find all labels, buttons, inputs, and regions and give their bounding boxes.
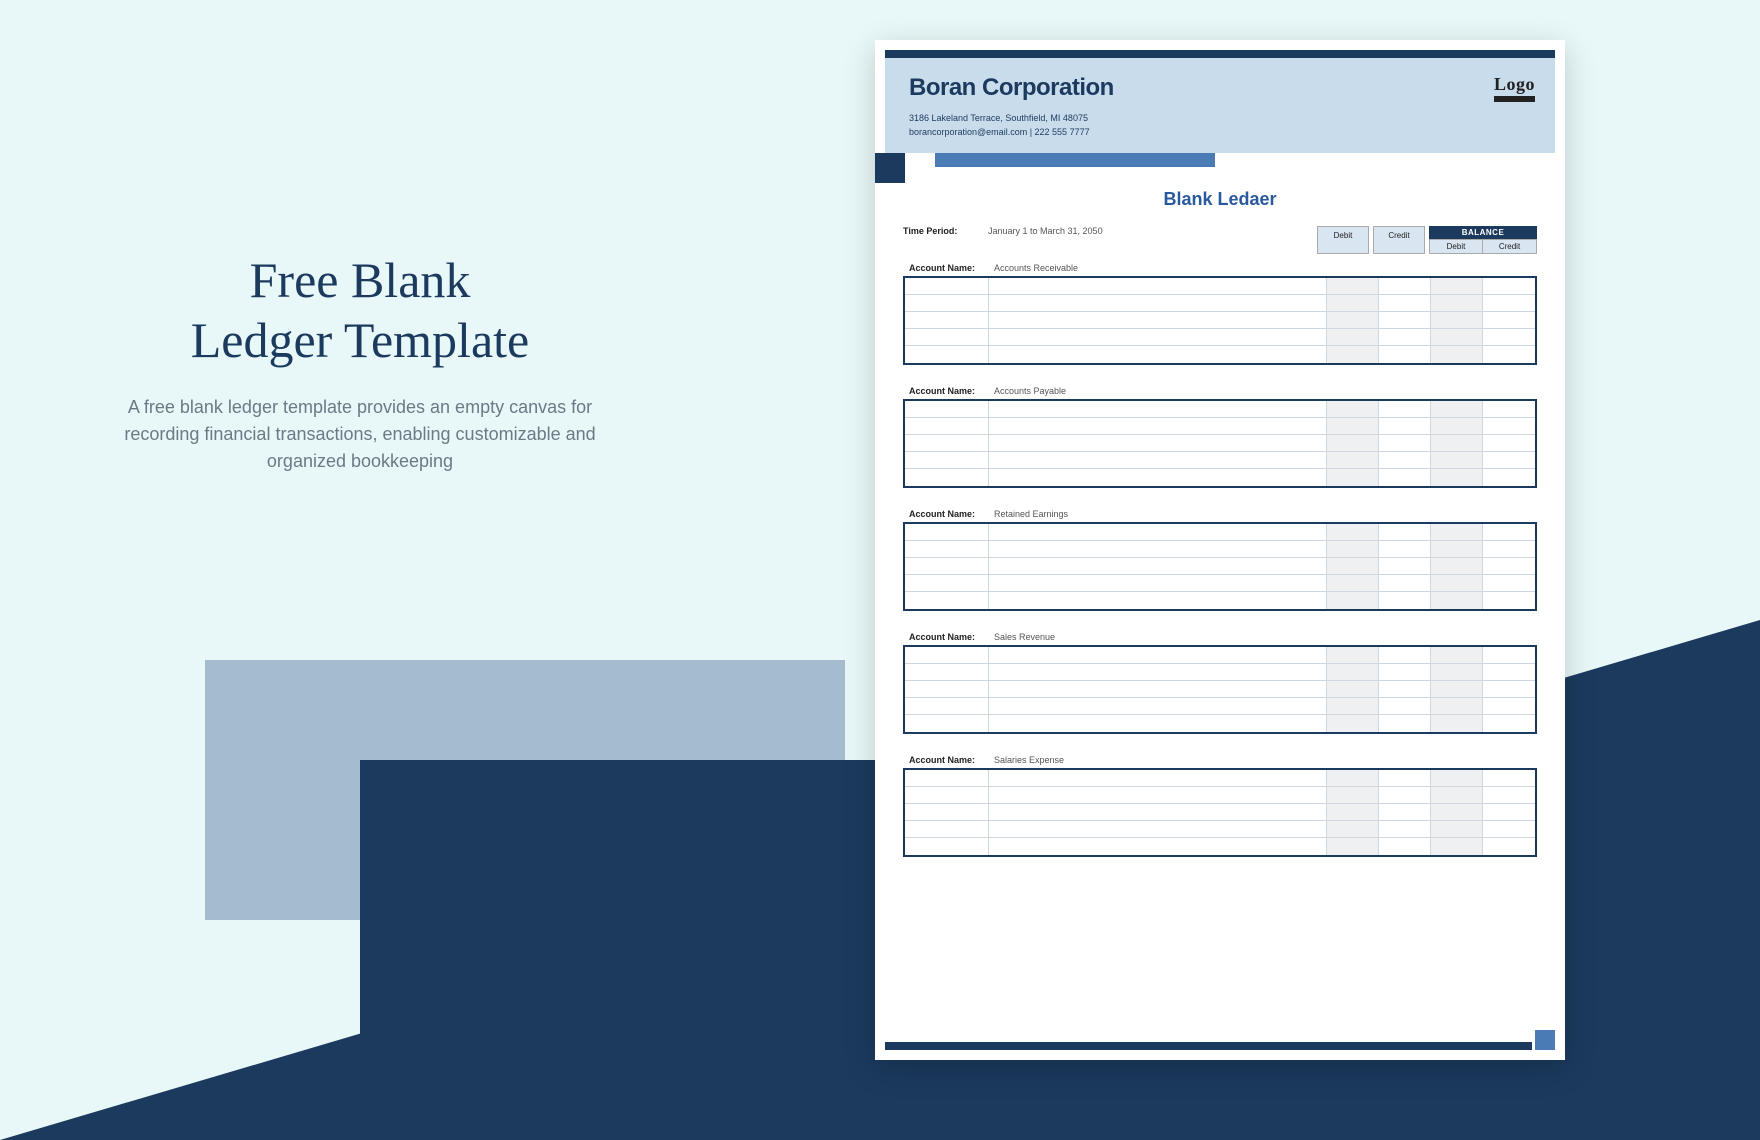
- doc-top-border: [885, 50, 1555, 58]
- ledger-row: [905, 838, 1535, 855]
- promo-panel: Free Blank Ledger Template A free blank …: [90, 250, 630, 475]
- doc-bottom-border: [885, 1042, 1555, 1050]
- col-balance-group: BALANCE Debit Credit: [1429, 226, 1537, 254]
- decor-blue-block: [935, 153, 1215, 167]
- ledger-row: [905, 647, 1535, 664]
- ledger-row: [905, 715, 1535, 732]
- ledger-row: [905, 575, 1535, 592]
- column-headers: Debit Credit BALANCE Debit Credit: [1317, 226, 1537, 254]
- ledger-grid: [903, 770, 1537, 857]
- ledger-row: [905, 418, 1535, 435]
- col-debit: Debit: [1317, 226, 1369, 254]
- doc-header: Boran Corporation 3186 Lakeland Terrace,…: [885, 58, 1555, 153]
- account-name-value: Sales Revenue: [994, 632, 1055, 642]
- promo-title: Free Blank Ledger Template: [90, 250, 630, 370]
- account-name-label: Account Name:: [909, 632, 994, 642]
- account-name-label: Account Name:: [909, 263, 994, 273]
- ledger-row: [905, 452, 1535, 469]
- ledger-row: [905, 592, 1535, 609]
- doc-sub-bar: [885, 153, 1555, 171]
- ledger-row: [905, 312, 1535, 329]
- company-contact: borancorporation@email.com | 222 555 777…: [909, 126, 1531, 140]
- ledger-row: [905, 435, 1535, 452]
- account-name-value: Retained Earnings: [994, 509, 1068, 519]
- ledger-row: [905, 329, 1535, 346]
- promo-title-line-1: Free Blank: [250, 252, 471, 308]
- ledger-row: [905, 469, 1535, 486]
- account-name-label: Account Name:: [909, 755, 994, 765]
- ledger-row: [905, 541, 1535, 558]
- ledger-row: [905, 804, 1535, 821]
- account-section: Account Name:Sales Revenue: [903, 629, 1537, 734]
- ledger-row: [905, 346, 1535, 363]
- time-period-value: January 1 to March 31, 2050: [988, 226, 1317, 236]
- ledger-row: [905, 698, 1535, 715]
- account-header: Account Name:Accounts Payable: [903, 383, 1537, 401]
- account-section: Account Name:Accounts Receivable: [903, 260, 1537, 365]
- time-period-label: Time Period:: [903, 226, 988, 236]
- ledger-row: [905, 524, 1535, 541]
- account-name-label: Account Name:: [909, 509, 994, 519]
- ledger-row: [905, 278, 1535, 295]
- ledger-row: [905, 558, 1535, 575]
- ledger-row: [905, 770, 1535, 787]
- ledger-grid: [903, 647, 1537, 734]
- company-name: Boran Corporation: [909, 74, 1531, 102]
- account-header: Account Name:Sales Revenue: [903, 629, 1537, 647]
- account-section: Account Name:Accounts Payable: [903, 383, 1537, 488]
- col-balance: BALANCE: [1429, 226, 1537, 239]
- col-credit: Credit: [1373, 226, 1425, 254]
- ledger-row: [905, 295, 1535, 312]
- ledger-row: [905, 821, 1535, 838]
- ledger-grid: [903, 278, 1537, 365]
- document-title: Blank Ledaer: [885, 189, 1555, 210]
- account-header: Account Name:Retained Earnings: [903, 506, 1537, 524]
- period-row: Time Period: January 1 to March 31, 2050…: [885, 226, 1555, 254]
- ledger-document: Boran Corporation 3186 Lakeland Terrace,…: [875, 40, 1565, 1060]
- company-address: 3186 Lakeland Terrace, Southfield, MI 48…: [909, 112, 1531, 126]
- ledger-row: [905, 664, 1535, 681]
- account-section: Account Name:Retained Earnings: [903, 506, 1537, 611]
- account-header: Account Name:Salaries Expense: [903, 752, 1537, 770]
- decor-dark-block: [875, 153, 905, 183]
- logo-placeholder: Logo: [1494, 74, 1535, 102]
- ledger-grid: [903, 401, 1537, 488]
- account-header: Account Name:Accounts Receivable: [903, 260, 1537, 278]
- ledger-row: [905, 787, 1535, 804]
- promo-title-line-2: Ledger Template: [191, 312, 529, 368]
- account-name-value: Accounts Receivable: [994, 263, 1078, 273]
- ledger-row: [905, 401, 1535, 418]
- col-balance-debit: Debit: [1430, 240, 1483, 253]
- account-section: Account Name:Salaries Expense: [903, 752, 1537, 857]
- ledger-grid: [903, 524, 1537, 611]
- account-name-value: Salaries Expense: [994, 755, 1064, 765]
- account-name-value: Accounts Payable: [994, 386, 1066, 396]
- account-name-label: Account Name:: [909, 386, 994, 396]
- col-balance-credit: Credit: [1483, 240, 1536, 253]
- ledger-row: [905, 681, 1535, 698]
- promo-description: A free blank ledger template provides an…: [90, 394, 630, 475]
